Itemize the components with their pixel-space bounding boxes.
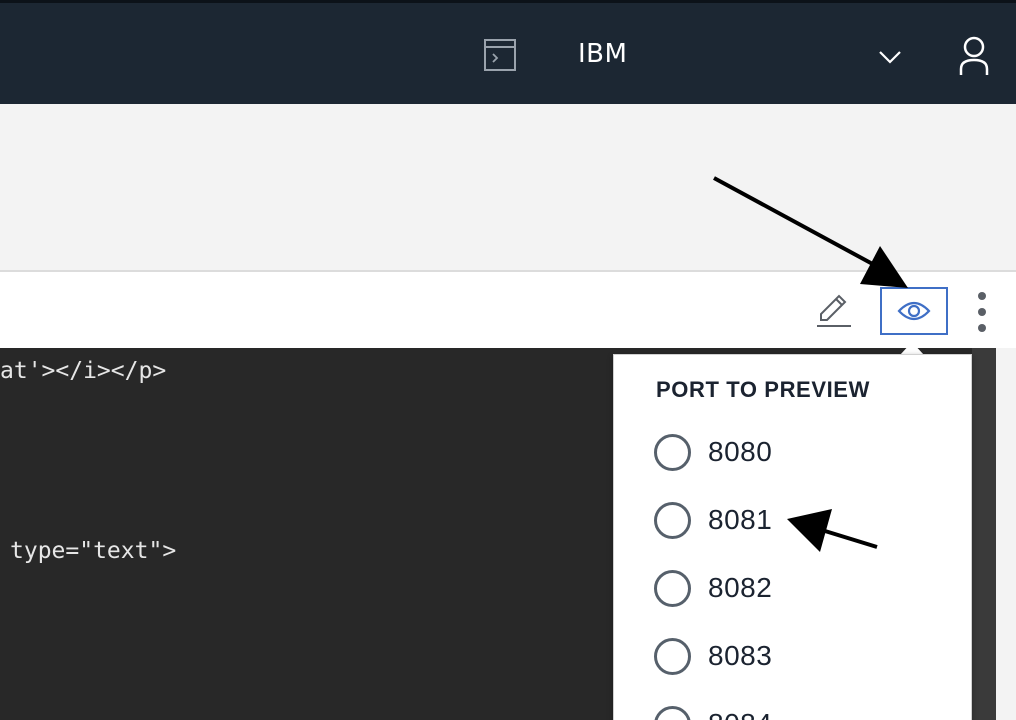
overflow-menu-vertical-icon — [978, 292, 986, 332]
radio-button[interactable] — [654, 502, 691, 539]
port-label: 8081 — [708, 504, 773, 535]
more-options-button[interactable] — [964, 288, 1000, 336]
code-line: type="text"> — [10, 538, 177, 564]
terminal-icon — [484, 39, 516, 71]
terminal-button[interactable] — [476, 31, 524, 81]
port-label: 8083 — [708, 640, 773, 671]
editor-toolbar — [0, 270, 1016, 348]
user-profile-button[interactable] — [952, 33, 996, 79]
port-label: 8080 — [708, 436, 773, 467]
port-option-8084[interactable]: 8084 — [654, 705, 944, 720]
preview-button[interactable] — [880, 287, 948, 335]
port-label: 8084 — [708, 708, 772, 720]
editor-scrollbar[interactable] — [972, 348, 996, 720]
port-preview-menu: PORT TO PREVIEW 8080 8081 8082 8083 8084 — [613, 354, 972, 720]
edit-button[interactable] — [812, 290, 856, 332]
brand-name[interactable]: IBM — [578, 39, 627, 69]
port-option-8081[interactable]: 8081 — [654, 501, 944, 541]
pencil-icon — [817, 294, 851, 327]
radio-button[interactable] — [654, 638, 691, 675]
chevron-down-icon — [879, 51, 901, 64]
port-option-8080[interactable]: 8080 — [654, 433, 944, 473]
popover-title: PORT TO PREVIEW — [656, 377, 870, 402]
port-option-8082[interactable]: 8082 — [654, 569, 944, 609]
eye-icon — [897, 301, 931, 321]
code-line: at'></i></p> — [0, 358, 167, 384]
editor-edge — [996, 348, 1016, 720]
account-menu-toggle[interactable] — [872, 39, 908, 75]
radio-button[interactable] — [654, 434, 691, 471]
radio-button[interactable] — [654, 706, 691, 720]
port-label: 8082 — [708, 572, 773, 603]
radio-button[interactable] — [654, 570, 691, 607]
user-icon — [959, 36, 989, 75]
subheader-area — [0, 104, 1016, 270]
port-option-8083[interactable]: 8083 — [654, 637, 944, 677]
top-navigation-bar: IBM — [0, 0, 1016, 104]
